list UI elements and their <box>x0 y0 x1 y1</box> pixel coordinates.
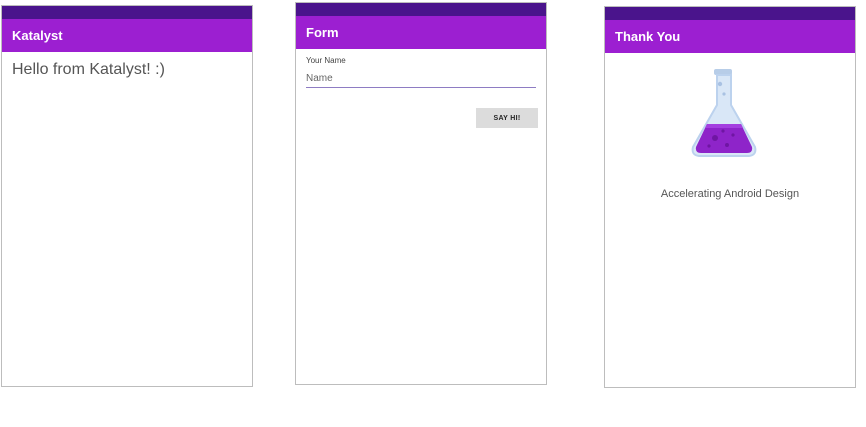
status-bar <box>2 6 252 19</box>
katalyst-screen: Katalyst Hello from Katalyst! :) <box>1 5 253 387</box>
status-bar <box>605 7 855 20</box>
app-bar-title: Thank You <box>615 29 681 44</box>
app-bar: Form <box>296 16 546 49</box>
app-bar-title: Katalyst <box>12 28 63 43</box>
app-bar: Thank You <box>605 20 855 53</box>
app-bar: Katalyst <box>2 19 252 52</box>
thank-you-screen: Thank You Accelerating Android Design <box>604 6 856 388</box>
form-screen: Form Your Name SAY HI! <box>295 2 547 385</box>
name-field-label: Your Name <box>306 56 346 65</box>
name-input[interactable] <box>306 69 536 88</box>
tagline: Accelerating Android Design <box>660 188 800 200</box>
say-hi-button[interactable]: SAY HI! <box>476 108 538 128</box>
status-bar <box>296 3 546 16</box>
app-bar-title: Form <box>306 25 339 40</box>
hello-message: Hello from Katalyst! :) <box>12 61 165 78</box>
flask-icon <box>687 67 761 159</box>
